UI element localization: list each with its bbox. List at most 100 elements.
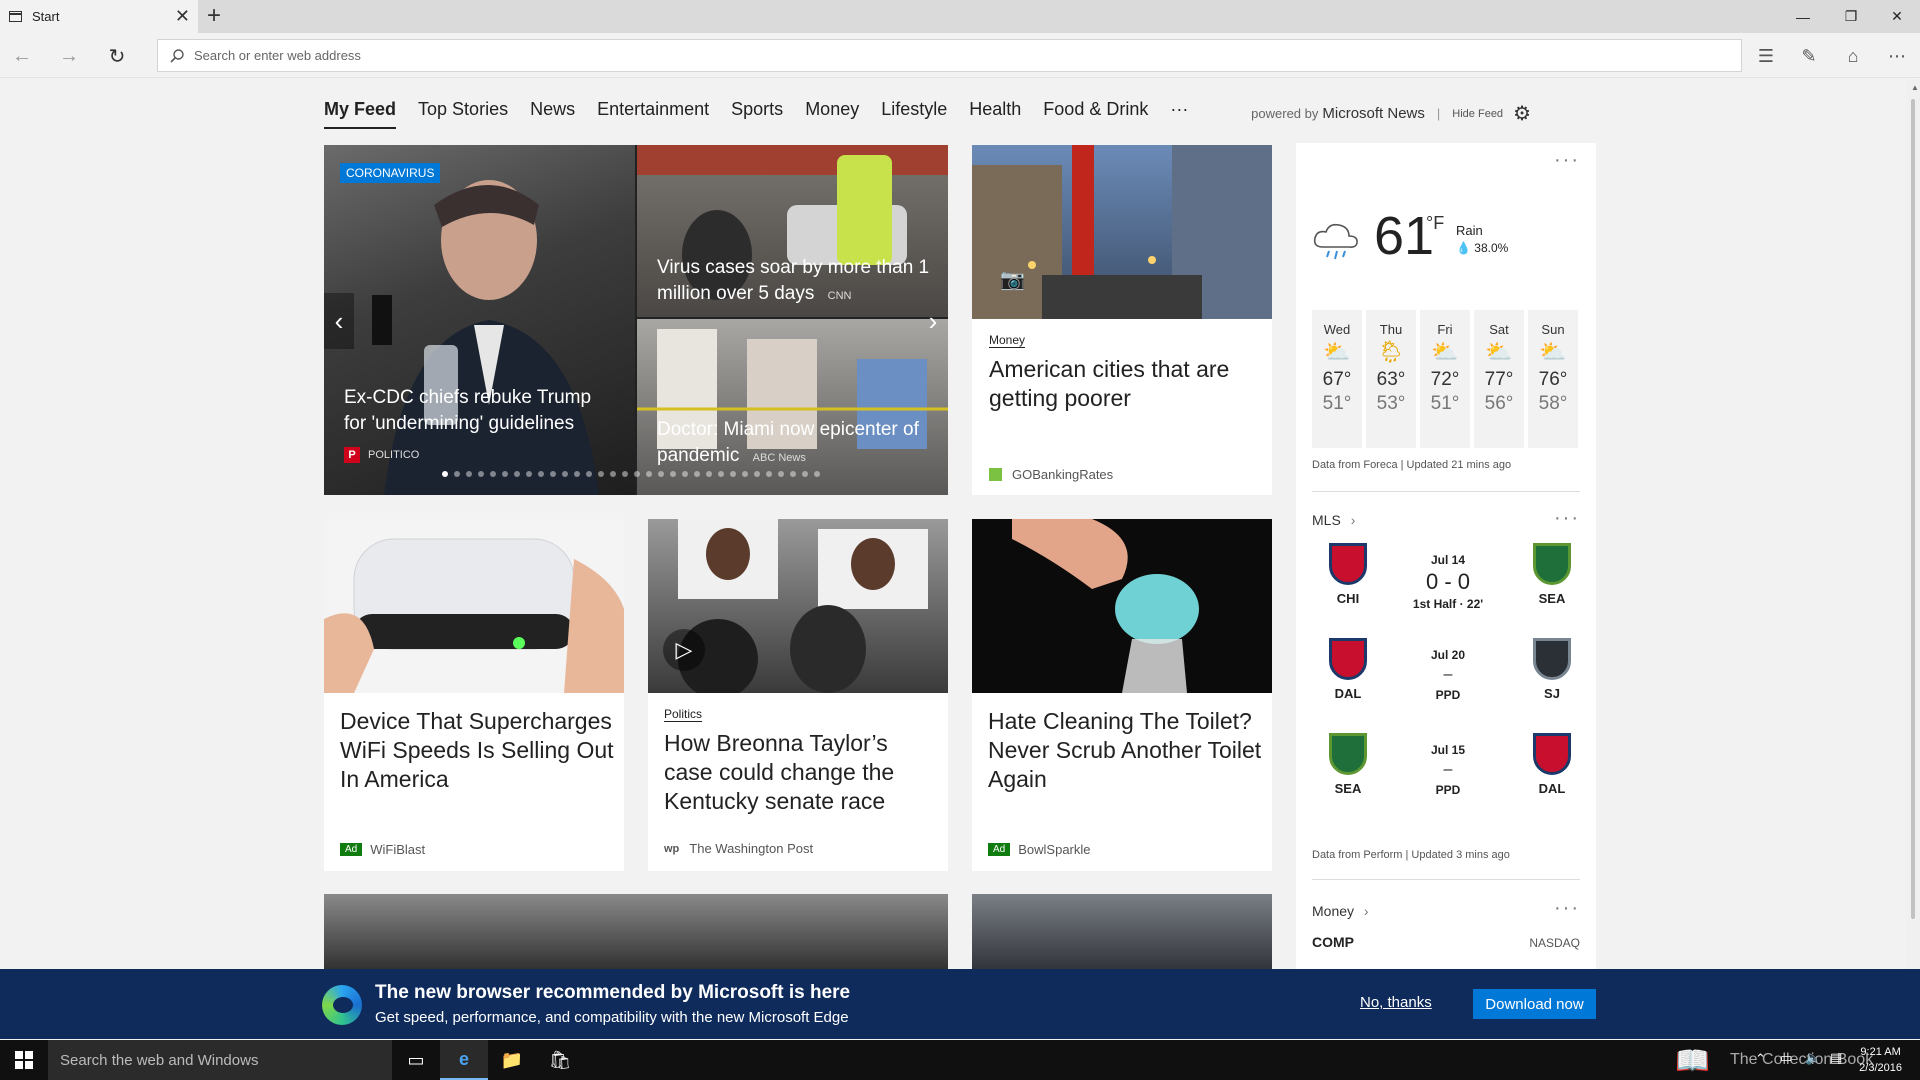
article-card-breonna[interactable]: ▷ Politics How Breonna Taylor’s case cou… bbox=[648, 519, 948, 871]
forecast-day[interactable]: Thu 🌦 63° 53° bbox=[1366, 310, 1416, 448]
match-info[interactable]: Jul 20 – PPD bbox=[1393, 648, 1503, 702]
carousel-dot[interactable] bbox=[454, 471, 460, 477]
article-card-chicago[interactable]: 📷 Money American cities that are getting… bbox=[972, 145, 1272, 495]
carousel-dot[interactable] bbox=[766, 471, 772, 477]
tab-sports[interactable]: Sports bbox=[731, 99, 783, 129]
notification-icon[interactable]: ▤ bbox=[1830, 1050, 1842, 1066]
carousel-dot[interactable] bbox=[658, 471, 664, 477]
team-away[interactable]: DAL bbox=[1522, 733, 1582, 796]
hero-bottom-right-title[interactable]: Doctor: Miami now epicenter of pandemic … bbox=[657, 417, 937, 471]
carousel-dot[interactable] bbox=[646, 471, 652, 477]
stock-symbol[interactable]: COMP bbox=[1312, 934, 1354, 950]
new-tab-icon[interactable]: + bbox=[207, 3, 221, 29]
volume-icon[interactable]: 🔈 bbox=[1805, 1050, 1821, 1066]
carousel-dot[interactable] bbox=[538, 471, 544, 477]
tab-food-drink[interactable]: Food & Drink bbox=[1043, 99, 1148, 129]
breonna-title[interactable]: How Breonna Taylor’s case could change t… bbox=[664, 729, 939, 816]
breonna-kicker[interactable]: Politics bbox=[664, 707, 703, 722]
carousel-dot[interactable] bbox=[502, 471, 508, 477]
forecast-day[interactable]: Sun ⛅ 76° 58° bbox=[1528, 310, 1578, 448]
team-away[interactable]: SJ bbox=[1522, 638, 1582, 701]
forecast-day[interactable]: Wed ⛅ 67° 51° bbox=[1312, 310, 1362, 448]
download-now-button[interactable]: Download now bbox=[1473, 989, 1596, 1019]
taskbar-search[interactable]: Search the web and Windows bbox=[48, 1040, 392, 1080]
tray-up-icon[interactable]: ⌃ bbox=[1755, 1051, 1766, 1067]
chicago-image[interactable]: 📷 bbox=[972, 145, 1272, 319]
vertical-scrollbar[interactable]: ▲ bbox=[1907, 79, 1920, 969]
carousel-dot[interactable] bbox=[562, 471, 568, 477]
carousel-dot[interactable] bbox=[478, 471, 484, 477]
hero-top-right-title[interactable]: Virus cases soar by more than 1 million … bbox=[657, 255, 937, 309]
carousel-dot[interactable] bbox=[694, 471, 700, 477]
scrollbar-thumb[interactable] bbox=[1911, 99, 1915, 919]
toilet-title[interactable]: Hate Cleaning The Toilet? Never Scrub An… bbox=[988, 707, 1263, 794]
network-icon[interactable]: ▭ bbox=[1780, 1050, 1792, 1066]
more-icon[interactable]: ⋯ bbox=[1881, 40, 1913, 72]
carousel-dot[interactable] bbox=[490, 471, 496, 477]
hero-bottom-right-image[interactable]: Doctor: Miami now epicenter of pandemic … bbox=[637, 319, 948, 495]
mls-more-icon[interactable]: ··· bbox=[1554, 507, 1580, 530]
no-thanks-button[interactable]: No, thanks bbox=[1360, 994, 1432, 1011]
carousel-dot[interactable] bbox=[814, 471, 820, 477]
carousel-prev-icon[interactable]: ‹ bbox=[324, 293, 354, 349]
tab-my-feed[interactable]: My Feed bbox=[324, 99, 397, 129]
carousel-dot[interactable] bbox=[802, 471, 808, 477]
close-tab-icon[interactable]: ✕ bbox=[175, 7, 190, 25]
forward-icon[interactable]: → bbox=[53, 40, 85, 72]
scroll-up-icon[interactable]: ▲ bbox=[1911, 83, 1919, 92]
tab-lifestyle[interactable]: Lifestyle bbox=[881, 99, 947, 129]
tab-top-stories[interactable]: Top Stories bbox=[418, 99, 508, 129]
article-card-toilet[interactable]: Hate Cleaning The Toilet? Never Scrub An… bbox=[972, 519, 1272, 871]
article-card-wifi[interactable]: Device That Supercharges WiFi Speeds Is … bbox=[324, 519, 624, 871]
tab-start[interactable]: Start ✕ bbox=[0, 0, 198, 33]
team-home[interactable]: SEA bbox=[1318, 733, 1378, 796]
carousel-dot[interactable] bbox=[622, 471, 628, 477]
file-explorer-icon[interactable]: 📁 bbox=[488, 1040, 536, 1080]
carousel-dot[interactable] bbox=[742, 471, 748, 477]
tab-health[interactable]: Health bbox=[969, 99, 1021, 129]
carousel-next-icon[interactable]: › bbox=[918, 293, 948, 349]
match-info[interactable]: Jul 14 0 - 0 1st Half · 22' bbox=[1393, 553, 1503, 611]
hub-icon[interactable]: ☰ bbox=[1750, 40, 1782, 72]
refresh-icon[interactable]: ↻ bbox=[101, 40, 133, 72]
team-home[interactable]: DAL bbox=[1318, 638, 1378, 701]
breonna-image[interactable]: ▷ bbox=[648, 519, 948, 693]
address-bar[interactable]: Search or enter web address bbox=[157, 39, 1742, 72]
tab-entertainment[interactable]: Entertainment bbox=[597, 99, 709, 129]
carousel-dot[interactable] bbox=[730, 471, 736, 477]
carousel-dot[interactable] bbox=[526, 471, 532, 477]
hero-carousel[interactable]: CORONAVIRUS Ex-CDC chiefs rebuke Trump f… bbox=[324, 145, 948, 495]
start-button[interactable] bbox=[0, 1040, 48, 1080]
carousel-dot[interactable] bbox=[706, 471, 712, 477]
team-home[interactable]: CHI bbox=[1318, 543, 1378, 606]
play-icon[interactable]: ▷ bbox=[663, 629, 705, 671]
carousel-dot[interactable] bbox=[778, 471, 784, 477]
hide-feed-link[interactable]: Hide Feed bbox=[1452, 108, 1503, 120]
toilet-image[interactable] bbox=[972, 519, 1272, 693]
web-note-icon[interactable]: ✎ bbox=[1793, 40, 1825, 72]
hero-main-image[interactable]: CORONAVIRUS Ex-CDC chiefs rebuke Trump f… bbox=[324, 145, 635, 495]
carousel-dot[interactable] bbox=[550, 471, 556, 477]
carousel-dot[interactable] bbox=[718, 471, 724, 477]
chicago-title[interactable]: American cities that are getting poorer bbox=[989, 355, 1259, 413]
clock[interactable]: 9:21 AM 2/3/2016 bbox=[1859, 1044, 1902, 1076]
share-icon[interactable]: ⌂ bbox=[1837, 40, 1869, 72]
carousel-dot[interactable] bbox=[598, 471, 604, 477]
carousel-dot[interactable] bbox=[610, 471, 616, 477]
coronavirus-badge[interactable]: CORONAVIRUS bbox=[340, 163, 441, 183]
forecast-day[interactable]: Sat ⛅ 77° 56° bbox=[1474, 310, 1524, 448]
carousel-dot[interactable] bbox=[670, 471, 676, 477]
money-more-icon[interactable]: ··· bbox=[1554, 897, 1580, 920]
carousel-dot[interactable] bbox=[442, 471, 448, 477]
carousel-dot[interactable] bbox=[634, 471, 640, 477]
carousel-dot[interactable] bbox=[574, 471, 580, 477]
article-card-bottom-left[interactable] bbox=[324, 894, 948, 969]
edge-taskbar-icon[interactable]: e bbox=[440, 1040, 488, 1080]
tab-money[interactable]: Money bbox=[805, 99, 859, 129]
carousel-dot[interactable] bbox=[466, 471, 472, 477]
article-card-bottom-right[interactable] bbox=[972, 894, 1272, 969]
store-icon[interactable]: 🛍 bbox=[536, 1040, 584, 1080]
chicago-kicker[interactable]: Money bbox=[989, 333, 1026, 348]
hero-top-right-image[interactable]: Virus cases soar by more than 1 million … bbox=[637, 145, 948, 317]
wifi-title[interactable]: Device That Supercharges WiFi Speeds Is … bbox=[340, 707, 615, 794]
